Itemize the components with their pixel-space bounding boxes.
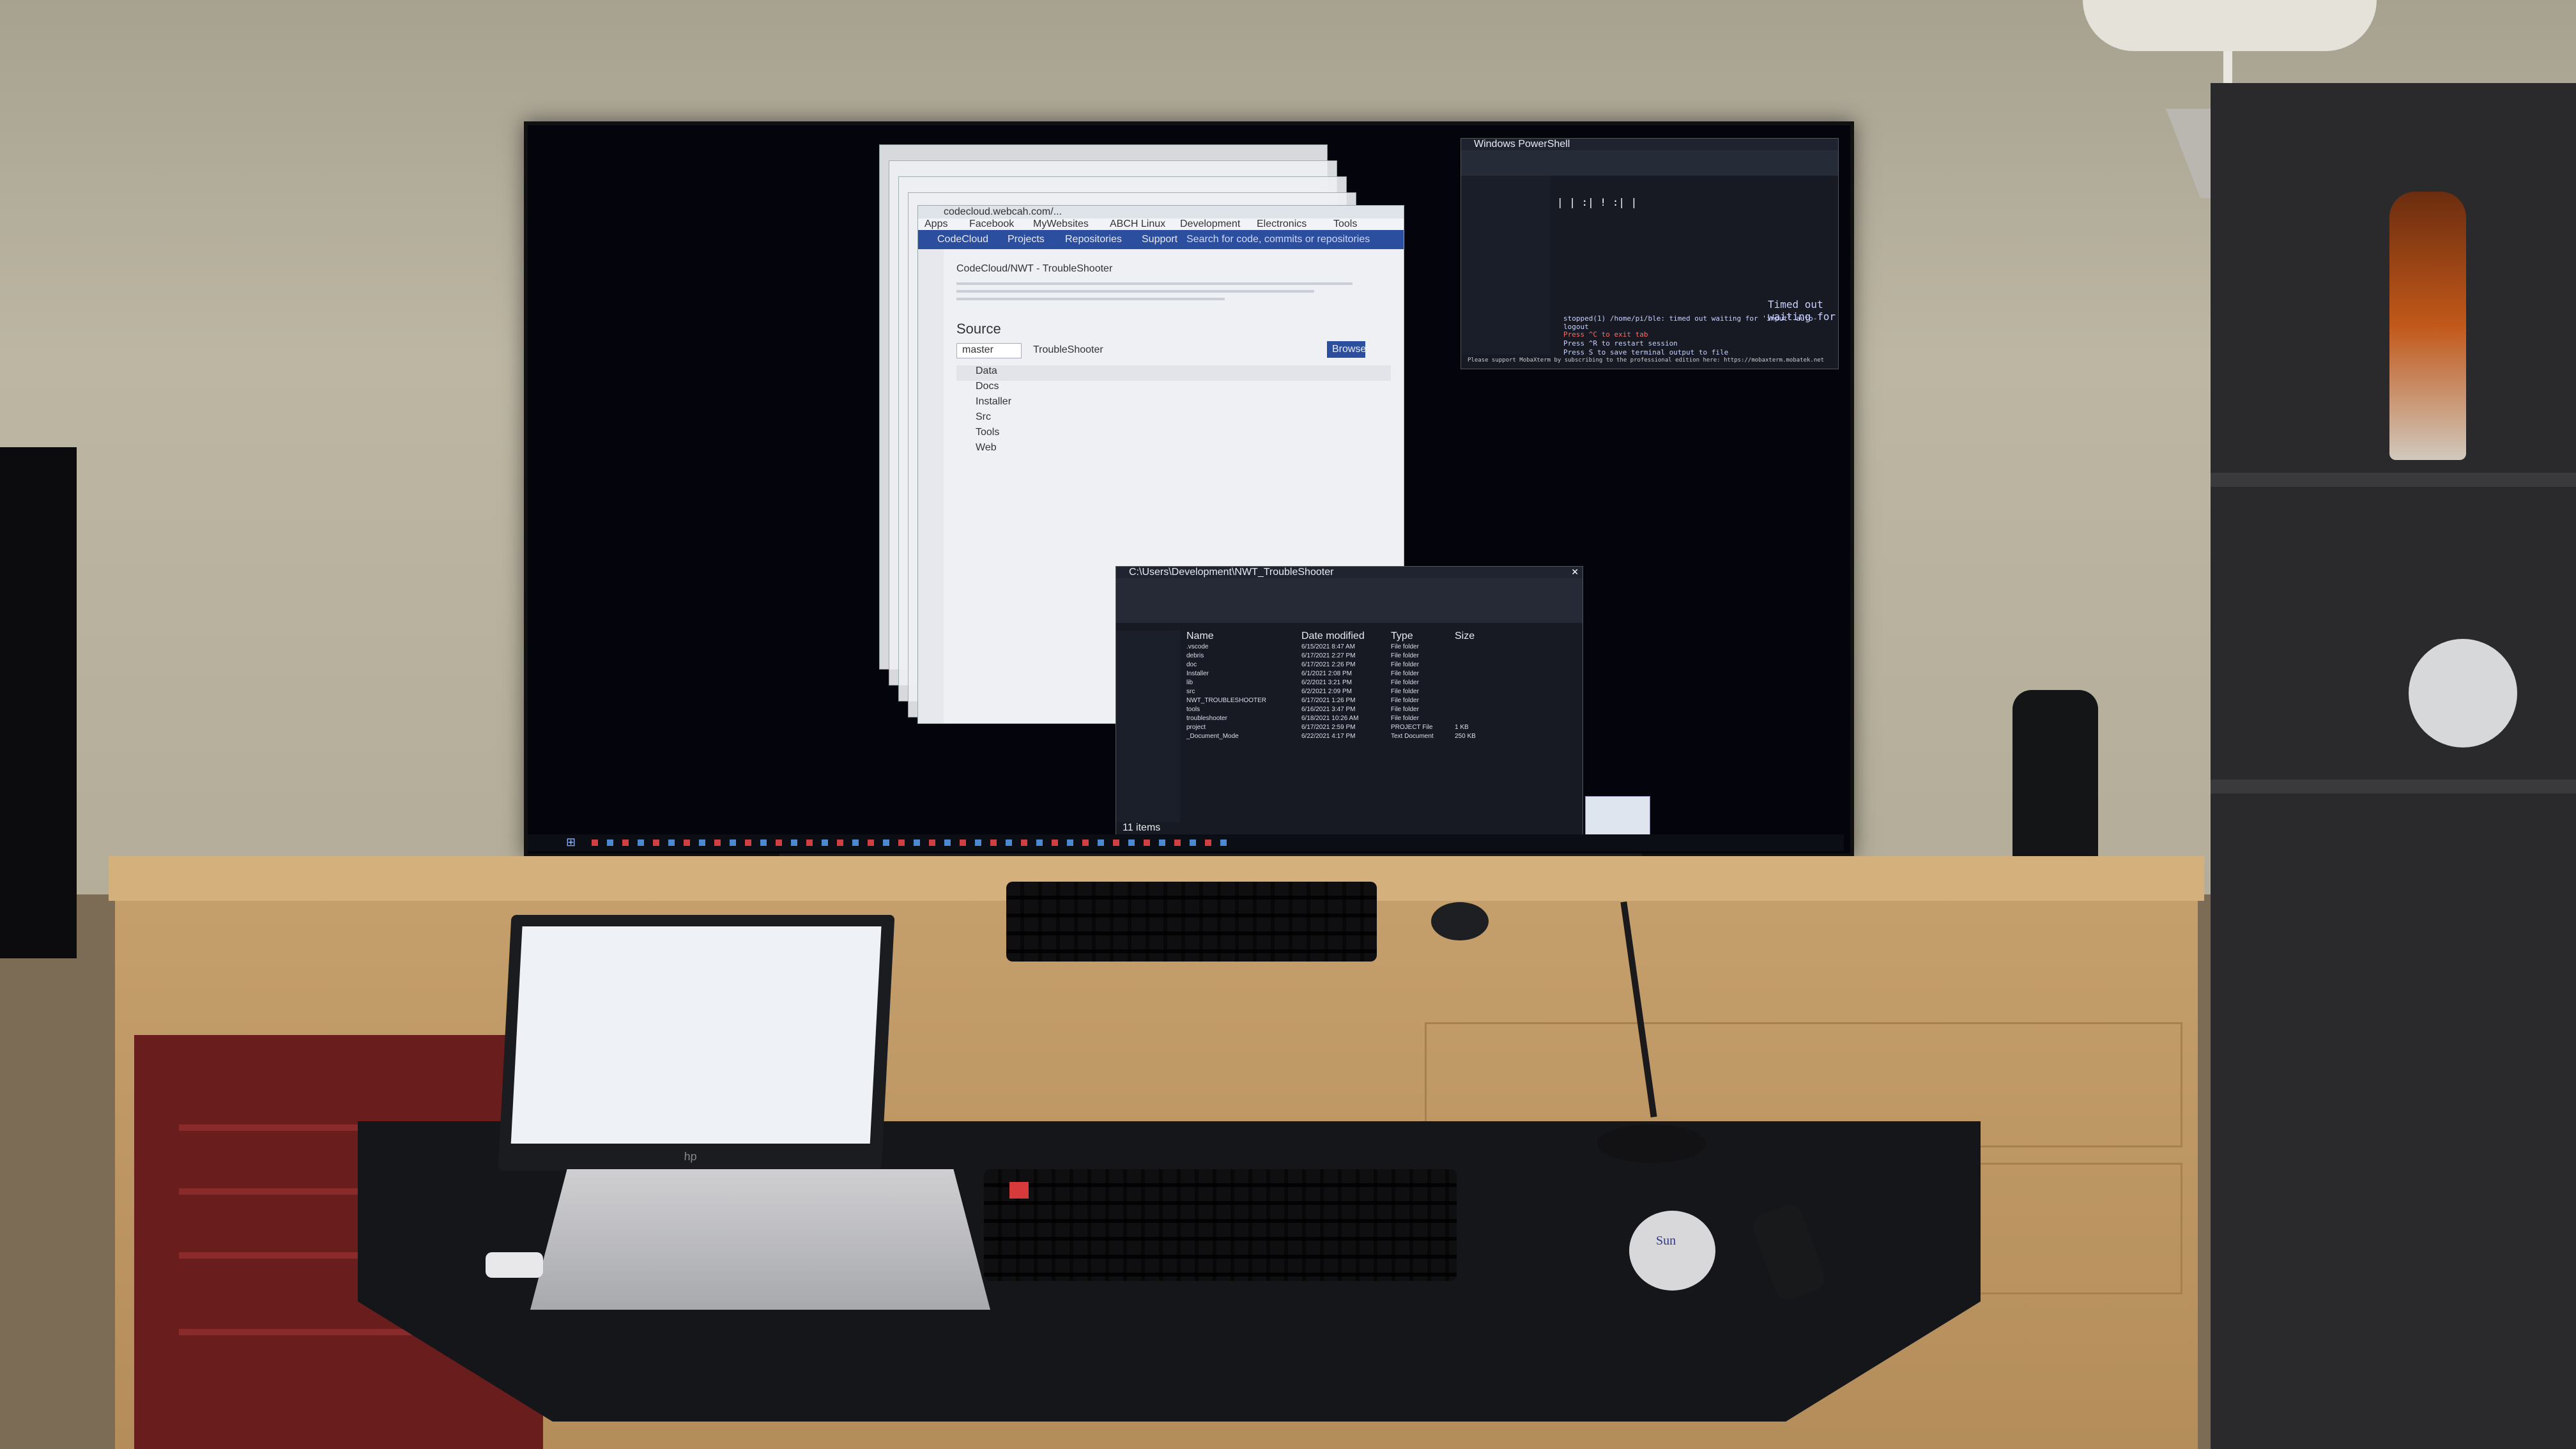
explorer-ribbon [1116, 578, 1583, 623]
file-row[interactable]: Docs [956, 381, 1391, 396]
lamp-shade [2083, 0, 2377, 51]
desk-mouse: Sun [1629, 1211, 1715, 1291]
table-row[interactable]: project 6/17/2021 2:59 PM PROJECT File 1 KB [1186, 724, 1570, 733]
table-row[interactable]: Installer 6/1/2021 2:08 PM File folder [1186, 670, 1570, 679]
explorer-navpane [1116, 631, 1180, 822]
site-search-input[interactable]: Search for code, commits or repositories [1186, 234, 1370, 245]
upper-keyboard [1006, 882, 1377, 962]
repo-title: CodeCloud/NWT - TroubleShooter [956, 263, 1113, 274]
site-navbar: CodeCloud Projects Repositories Support … [918, 230, 1404, 249]
laptop-screen: hp [498, 915, 895, 1170]
desk-keyboard [984, 1169, 1457, 1281]
table-row[interactable]: troubleshooter 6/18/2021 10:26 AM File fol… [1186, 715, 1570, 724]
file-list: Data Docs Installer Src Tools Web [956, 365, 1391, 457]
table-row[interactable]: tools 6/16/2021 3:47 PM File folder [1186, 706, 1570, 715]
bookmark-electronics[interactable]: Electronics [1257, 218, 1307, 230]
col-type[interactable]: Type [1391, 631, 1413, 642]
browse-button-label: Browse [1332, 344, 1367, 355]
taskbar-apps [592, 839, 1230, 846]
shelf-board-2 [2211, 779, 2576, 793]
bookmark-mywebsites[interactable]: MyWebsites [1033, 218, 1089, 230]
browser-url[interactable]: codecloud.webcah.com/... [944, 206, 1062, 218]
upper-mouse [1431, 902, 1489, 940]
notification-popup[interactable] [1585, 796, 1650, 836]
branch-select[interactable]: master [956, 343, 1022, 358]
terminal-toolbar [1461, 150, 1838, 176]
repo-path: TroubleShooter [1033, 344, 1103, 355]
col-name[interactable]: Name [1186, 631, 1214, 642]
table-row[interactable]: doc 6/17/2021 2:26 PM File folder [1186, 661, 1570, 670]
explorer-columns: Name Date modified Type Size [1186, 631, 1570, 642]
source-heading: Source [956, 321, 1001, 337]
terminal-line-3: Press ^C to exit tab [1563, 330, 1648, 339]
start-icon[interactable]: ⊞ [566, 836, 576, 849]
close-icon[interactable]: ✕ [1571, 567, 1579, 578]
file-row[interactable]: Src [956, 411, 1391, 427]
laptop-logo: hp [684, 1150, 698, 1163]
shelf-board-1 [2211, 473, 2576, 487]
file-row[interactable]: Installer [956, 396, 1391, 411]
terminal-title: Windows PowerShell [1474, 139, 1570, 150]
bookmarks-bar: Apps Facebook MyWebsites ABCH Linux Deve… [918, 218, 1404, 230]
file-row[interactable]: Web [956, 442, 1391, 457]
bookmark-facebook[interactable]: Facebook [969, 218, 1014, 230]
lava-lamp [2389, 192, 2466, 460]
table-row[interactable]: _Document_Mode 6/22/2021 4:17 PM Text Docu… [1186, 733, 1570, 742]
escape-key-red [1009, 1182, 1029, 1199]
usb-hub [486, 1252, 543, 1278]
terminal-window[interactable]: Windows PowerShell | | :| ! :| | Timed o… [1460, 138, 1839, 369]
microphone-base [1597, 1124, 1706, 1163]
smart-speaker [2409, 639, 2517, 747]
file-row[interactable]: Data [956, 365, 1391, 381]
nav-projects[interactable]: Projects [1008, 234, 1045, 245]
file-row[interactable]: Tools [956, 427, 1391, 442]
nav-support[interactable]: Support [1142, 234, 1177, 245]
bookmark-development[interactable]: Development [1180, 218, 1240, 230]
terminal-art: | | :| ! :| | [1557, 196, 1637, 208]
laptop-base [530, 1169, 990, 1310]
file-explorer-window[interactable]: C:\Users\Development\NWT_TroubleShooter … [1116, 566, 1583, 836]
mouse-logo: Sun [1656, 1234, 1676, 1248]
table-row[interactable]: lib 6/2/2021 3:21 PM File folder [1186, 679, 1570, 688]
browse-button[interactable]: Browse [1327, 341, 1367, 358]
table-row[interactable]: NWT_TROUBLESHOOTER 6/17/2021 1:26 PM File … [1186, 697, 1570, 706]
repo-sidebar [918, 249, 944, 723]
terminal-line-5: Press S to save terminal output to file [1563, 348, 1729, 356]
explorer-title: C:\Users\Development\NWT_TroubleShooter [1129, 567, 1334, 578]
table-row[interactable]: .vscode 6/15/2021 8:47 AM File folder [1186, 643, 1570, 652]
branch-label: master [962, 344, 993, 355]
explorer-rows: .vscode 6/15/2021 8:47 AM File folder debr… [1186, 643, 1570, 742]
table-row[interactable]: debris 6/17/2021 2:27 PM File folder [1186, 652, 1570, 661]
side-monitor [0, 447, 77, 958]
bookmark-apps[interactable]: Apps [924, 218, 947, 230]
taskbar: ⊞ [528, 834, 1844, 851]
bookmark-abch-linux[interactable]: ABCH Linux [1110, 218, 1165, 230]
nav-repositories[interactable]: Repositories [1065, 234, 1122, 245]
explorer-status: 11 items [1123, 822, 1161, 833]
col-date[interactable]: Date modified [1301, 631, 1365, 642]
terminal-line-4: Press ^R to restart session [1563, 339, 1678, 348]
terminal-line-2: stopped(1) /home/pi/ble: timed out waiti… [1563, 314, 1818, 331]
nav-codecloud[interactable]: CodeCloud [937, 234, 988, 245]
terminal-footer: Please support MobaXterm by subscribing … [1468, 357, 1825, 364]
monitor: codecloud.webcah.com/... Apps Facebook M… [524, 121, 1854, 857]
col-size[interactable]: Size [1455, 631, 1475, 642]
laptop-display [510, 926, 882, 1144]
bookmark-tools[interactable]: Tools [1333, 218, 1357, 230]
session-list [1461, 176, 1551, 355]
table-row[interactable]: src 6/2/2021 2:09 PM File folder [1186, 688, 1570, 697]
